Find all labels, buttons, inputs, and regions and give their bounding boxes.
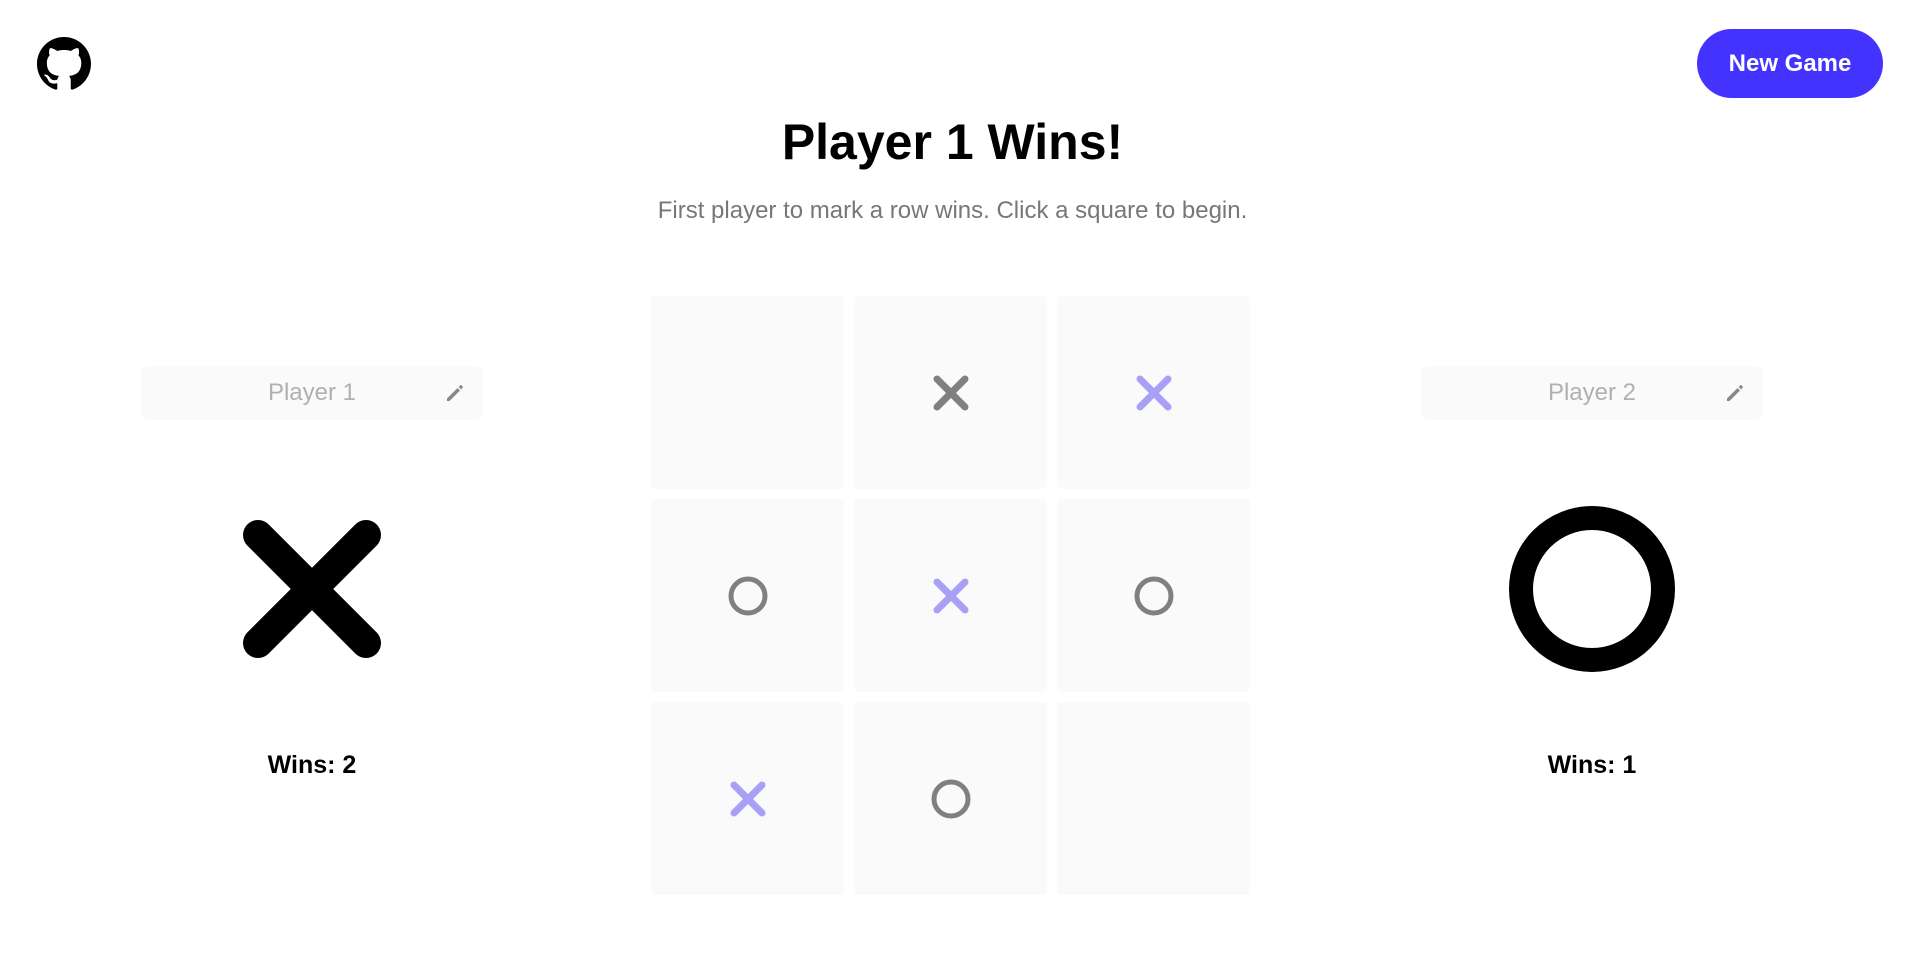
player-2-name-box	[1421, 366, 1763, 420]
new-game-button[interactable]: New Game	[1697, 29, 1883, 98]
x-mark-icon	[933, 578, 968, 613]
pencil-icon[interactable]	[443, 381, 467, 405]
board-cell-8[interactable]	[1057, 702, 1250, 895]
o-mark-icon	[1134, 576, 1173, 615]
player-2-panel: Wins: 1	[1421, 366, 1763, 779]
game-instructions: First player to mark a row wins. Click a…	[657, 197, 1248, 224]
o-mark-icon	[1509, 506, 1675, 672]
board-cell-5[interactable]	[1057, 499, 1250, 692]
player-1-name-input[interactable]	[141, 366, 483, 420]
x-mark-icon	[243, 520, 381, 658]
player-1-panel: Wins: 2	[141, 366, 483, 779]
player-2-name-input[interactable]	[1421, 366, 1763, 420]
board-cell-0[interactable]	[651, 296, 844, 489]
board-cell-1[interactable]	[854, 296, 1047, 489]
player-1-symbol	[141, 504, 483, 674]
player-1-wins: Wins: 2	[267, 751, 357, 779]
game-board	[651, 296, 1254, 899]
x-mark-icon	[1136, 375, 1171, 410]
player-1-name-box	[141, 366, 483, 420]
board-cell-7[interactable]	[854, 702, 1047, 895]
board-cell-3[interactable]	[651, 499, 844, 692]
pencil-icon[interactable]	[1723, 381, 1747, 405]
github-icon[interactable]	[37, 37, 91, 91]
x-mark-icon	[933, 375, 968, 410]
board-cell-4[interactable]	[854, 499, 1047, 692]
game-status-title: Player 1 Wins!	[781, 114, 1124, 170]
o-mark-icon	[728, 576, 767, 615]
player-2-symbol	[1421, 504, 1763, 674]
github-icon-svg	[37, 37, 91, 90]
board-cell-2[interactable]	[1057, 296, 1250, 489]
x-mark-icon	[730, 781, 765, 816]
board-cell-6[interactable]	[651, 702, 844, 895]
player-2-wins: Wins: 1	[1547, 751, 1637, 779]
o-mark-icon	[931, 779, 970, 818]
